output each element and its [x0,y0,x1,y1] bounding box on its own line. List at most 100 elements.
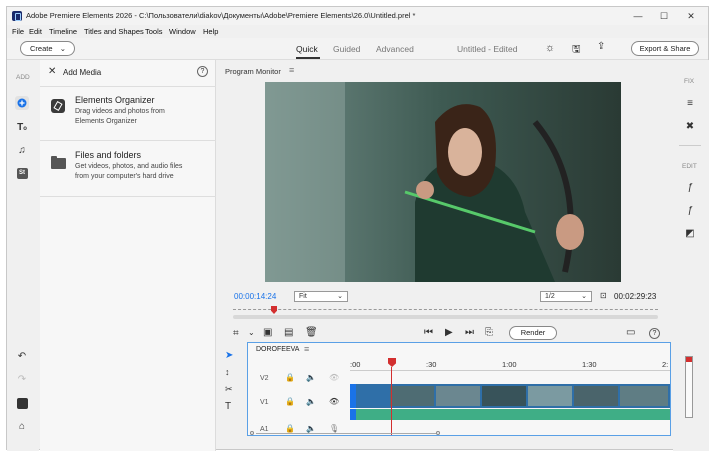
help-icon[interactable]: ? [649,328,660,339]
menu-timeline[interactable]: Timeline [49,27,77,36]
sticker-icon[interactable]: St [15,167,29,181]
program-monitor: Program Monitor ≡ 00:00:14:24 Fit ⌄ 1/2 … [217,60,669,343]
minimize-button[interactable]: — [627,8,649,24]
eye-icon[interactable]: 👁 [329,397,339,406]
audio-clip[interactable] [350,409,670,420]
speaker-icon[interactable]: 🔈 [306,397,316,406]
app-window: Adobe Premiere Elements 2026 - C:\Пользо… [6,6,709,451]
applied-effects-icon[interactable]: ƒ [683,181,697,195]
play-icon[interactable]: ▶ [445,327,453,338]
chevron-down-icon: ⌄ [337,293,343,300]
option-desc-line1: Drag videos and photos from [75,108,165,115]
render-button[interactable]: Render [509,326,557,340]
selection-tool-icon[interactable]: ➤ [225,350,233,361]
time-ruler[interactable]: :00 :30 1:00 1:30 2: [350,357,670,371]
tab-quick[interactable]: Quick [296,44,318,54]
timeline-scrollbar[interactable] [250,431,668,435]
safe-margin-icon[interactable]: ⊡ [600,291,607,300]
audio-meter [685,356,693,418]
tab-guided[interactable]: Guided [333,44,360,54]
tools-icon[interactable]: ✖ [683,120,697,134]
save-icon[interactable]: 🖫 [572,42,581,59]
film-icon[interactable]: ▤ [284,327,293,338]
files-and-folders-option[interactable]: Files and folders Get videos, photos, an… [40,141,216,197]
current-timecode[interactable]: 00:00:14:24 [234,292,276,301]
share-upload-icon[interactable]: ⇪ [597,41,605,52]
menu-file[interactable]: File [12,27,24,36]
left-rail: ADD To ♫ St ↶ ↷ ⌂ [7,60,39,451]
crop-icon[interactable]: ⌗ [233,328,239,339]
maximize-button[interactable]: ☐ [653,8,675,24]
timeline-tools: ➤ ↕ ✂ T [219,348,245,449]
ruler-label: 1:30 [582,360,597,369]
delete-icon[interactable]: 🗑 [305,327,318,338]
create-button[interactable]: Create ⌄ [20,41,75,56]
menu-titles-and-shapes[interactable]: Titles and Shapes [84,27,144,36]
close-button[interactable]: ✕ [680,8,702,24]
eye-icon[interactable]: 👁 [329,373,339,382]
adjustments-icon[interactable]: ≡ [683,97,697,111]
fit-value: Fit [299,293,307,300]
scrubber-track[interactable] [233,315,658,319]
sequence-name: DOROFEEVA [256,346,300,353]
organizer-icon[interactable] [15,397,29,411]
audio-clip-handle[interactable] [350,409,356,420]
premiere-elements-app-icon [12,11,22,21]
track-label-v2: V2 [260,375,269,382]
snapshot-icon[interactable]: ▣ [263,327,272,338]
ruler-label: 2: [662,360,669,369]
effects-icon[interactable]: ƒ [683,204,697,218]
text-tool-icon[interactable]: T [225,401,231,412]
track-label-v1: V1 [260,399,269,406]
lock-icon[interactable]: 🔒 [285,397,295,406]
elements-organizer-option[interactable]: Elements Organizer Drag videos and photo… [40,86,216,141]
track-select-icon[interactable]: ↕ [225,367,230,377]
video-preview[interactable] [265,82,621,282]
timeline-panel: DOROFEEVA ≡ :00 :30 1:00 1:30 2: V2 🔒 🔈 … [247,342,671,436]
transitions-icon[interactable]: ◩ [683,227,697,241]
video-clip[interactable] [350,384,670,408]
menu-tools[interactable]: Tools [145,27,163,36]
panel-menu-icon[interactable]: ≡ [289,65,294,75]
option-desc-line2: from your computer's hard drive [75,173,174,180]
export-share-button[interactable]: Export & Share [631,41,699,56]
chevron-down-icon[interactable]: ⌄ [248,328,255,337]
menu-window[interactable]: Window [169,27,196,36]
redo-icon[interactable]: ↷ [15,373,29,387]
project-status: Untitled - Edited [457,44,518,54]
divider [679,145,701,146]
fit-dropdown[interactable]: Fit ⌄ [294,291,348,302]
menu-help[interactable]: Help [203,27,218,36]
add-section-label: ADD [16,74,30,81]
undo-icon[interactable]: ↶ [15,350,29,364]
playhead-line [391,367,392,435]
music-icon[interactable]: ♫ [15,144,29,158]
option-title: Elements Organizer [75,95,155,105]
plus-circle-icon [17,98,27,108]
export-frame-icon[interactable]: ⎘ [485,327,493,338]
tab-advanced[interactable]: Advanced [376,44,414,54]
monitor-settings-icon[interactable]: ▭ [626,327,635,338]
clip-thumbnails [350,384,668,408]
scrubber-ticks [233,309,658,310]
folder-icon [51,156,66,169]
panel-menu-icon[interactable]: ≡ [304,344,309,354]
speaker-icon[interactable]: 🔈 [306,373,316,382]
title-bar: Adobe Premiere Elements 2026 - C:\Пользо… [7,7,708,25]
help-icon[interactable]: ? [197,66,208,77]
ruler-label: 1:00 [502,360,517,369]
menu-edit[interactable]: Edit [29,27,42,36]
resolution-dropdown[interactable]: 1/2 ⌄ [540,291,592,302]
chevron-down-icon: ⌄ [59,44,66,53]
home-icon[interactable]: ⌂ [15,420,29,434]
scrubber-playhead[interactable] [271,306,277,314]
brightness-icon[interactable]: ☼ [545,42,555,54]
close-panel-icon[interactable]: ✕ [48,66,56,77]
razor-icon[interactable]: ✂ [225,384,233,395]
add-media-button[interactable] [15,96,29,110]
previous-frame-icon[interactable]: ⏮ [424,327,433,338]
titles-icon[interactable]: To [15,121,29,135]
edit-section-label: EDIT [682,163,697,170]
next-frame-icon[interactable]: ⏭ [465,327,474,338]
lock-icon[interactable]: 🔒 [285,373,295,382]
